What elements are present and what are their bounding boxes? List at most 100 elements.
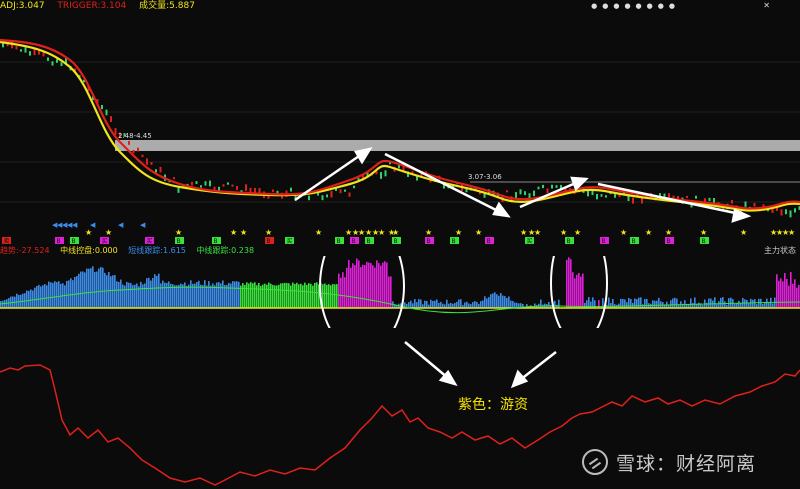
histogram-bar [786, 278, 788, 308]
histogram-bar [466, 301, 468, 308]
candle [780, 209, 783, 216]
histogram-bar [292, 282, 294, 308]
histogram-bar [88, 268, 90, 308]
histogram-bar [118, 281, 120, 308]
histogram-bar [214, 285, 216, 308]
candle [258, 188, 261, 193]
histogram-bar [312, 285, 314, 308]
histogram-bar [778, 280, 780, 308]
histogram-bar [42, 285, 44, 308]
histogram-bar [754, 299, 756, 308]
signal-star-icon: ★ [574, 228, 581, 237]
histogram-bar [386, 262, 388, 308]
histogram-bar [222, 280, 224, 308]
histogram-bar [374, 267, 376, 308]
histogram-bar [590, 301, 592, 308]
histogram-bar [44, 284, 46, 308]
histogram-bar [738, 300, 740, 308]
signal-arrow-icon: ◀ [72, 221, 78, 229]
candle [596, 193, 598, 200]
indicator-chart[interactable] [0, 256, 800, 328]
histogram-bar [178, 284, 180, 308]
candle [789, 210, 792, 218]
histogram-bar [110, 276, 112, 308]
histogram-bar [482, 300, 484, 308]
candle [614, 194, 616, 198]
histogram-bar [276, 285, 278, 308]
histogram-bar [330, 285, 332, 308]
histogram-bar [200, 284, 202, 308]
histogram-bar [84, 272, 86, 308]
histogram-bar [514, 302, 516, 308]
signal-tag: B [702, 238, 706, 245]
candle [290, 187, 292, 192]
candle [20, 49, 22, 52]
close-icon[interactable]: ✕ [763, 1, 770, 10]
histogram-bar [52, 282, 54, 308]
signal-star-icon: ★ [230, 228, 237, 237]
histogram-bar [94, 271, 96, 308]
histogram-bar [342, 272, 344, 308]
histogram-bar [46, 285, 48, 308]
histogram-bar [570, 259, 572, 308]
candle [132, 149, 135, 154]
signal-tag: B [337, 238, 341, 245]
histogram-bar [576, 274, 578, 308]
candle [326, 194, 328, 198]
signal-star-icon: ★ [534, 228, 541, 237]
signal-tag: B [267, 238, 271, 245]
histogram-bar [104, 272, 106, 308]
candle [47, 57, 49, 61]
signal-tag: B [367, 238, 371, 245]
histogram-bar [268, 282, 270, 308]
histogram-bar [290, 285, 292, 308]
histogram-bar [646, 299, 648, 308]
histogram-bar [440, 301, 442, 308]
histogram-bar [708, 298, 710, 308]
histogram-bar [456, 301, 458, 308]
watermark-text: 雪球：财经阿离 [616, 452, 757, 475]
histogram-bar [74, 276, 76, 308]
histogram-bar [134, 284, 136, 308]
candle [708, 197, 711, 202]
histogram-bar [176, 285, 178, 308]
histogram-bar [780, 278, 782, 308]
candle [546, 188, 549, 194]
signal-star-icon: ★ [560, 228, 567, 237]
histogram-bar [438, 302, 440, 308]
price-chart[interactable]: 2.48-4.45 3.07-3.06 [0, 12, 800, 230]
histogram-bar [282, 283, 284, 308]
histogram-bar [718, 301, 720, 308]
histogram-bar [232, 281, 234, 308]
histogram-blue [0, 266, 776, 308]
candle [173, 177, 175, 180]
toolbar-dots-icon[interactable]: ●●●●●●●● [591, 2, 680, 10]
signal-tag: B [632, 238, 636, 245]
histogram-bar [488, 297, 490, 308]
histogram-bar [476, 301, 478, 308]
candle [600, 194, 603, 197]
signal-tag: 买 [102, 237, 108, 245]
indicator-field-3: 短线跟踪:1.615 [128, 246, 186, 255]
histogram-bar [38, 284, 40, 308]
histogram-bar [174, 285, 176, 308]
histogram-bar [792, 283, 794, 308]
histogram-bar [138, 286, 140, 308]
signal-tag: 买 [287, 237, 293, 245]
histogram-bar [714, 297, 716, 308]
histogram-bar [202, 285, 204, 308]
candle [344, 189, 346, 192]
candlesticks [2, 41, 800, 218]
histogram-bar [332, 284, 334, 308]
histogram-bar [496, 294, 498, 308]
histogram-bar [210, 285, 212, 308]
candle [141, 154, 144, 158]
histogram-bar [28, 290, 30, 308]
histogram-bar [56, 282, 58, 308]
histogram-bar [410, 300, 412, 308]
histogram-bar [644, 299, 646, 308]
histogram-bar [356, 258, 358, 308]
histogram-bar [30, 289, 32, 308]
histogram-bar [280, 283, 282, 308]
histogram-bar [274, 285, 276, 308]
